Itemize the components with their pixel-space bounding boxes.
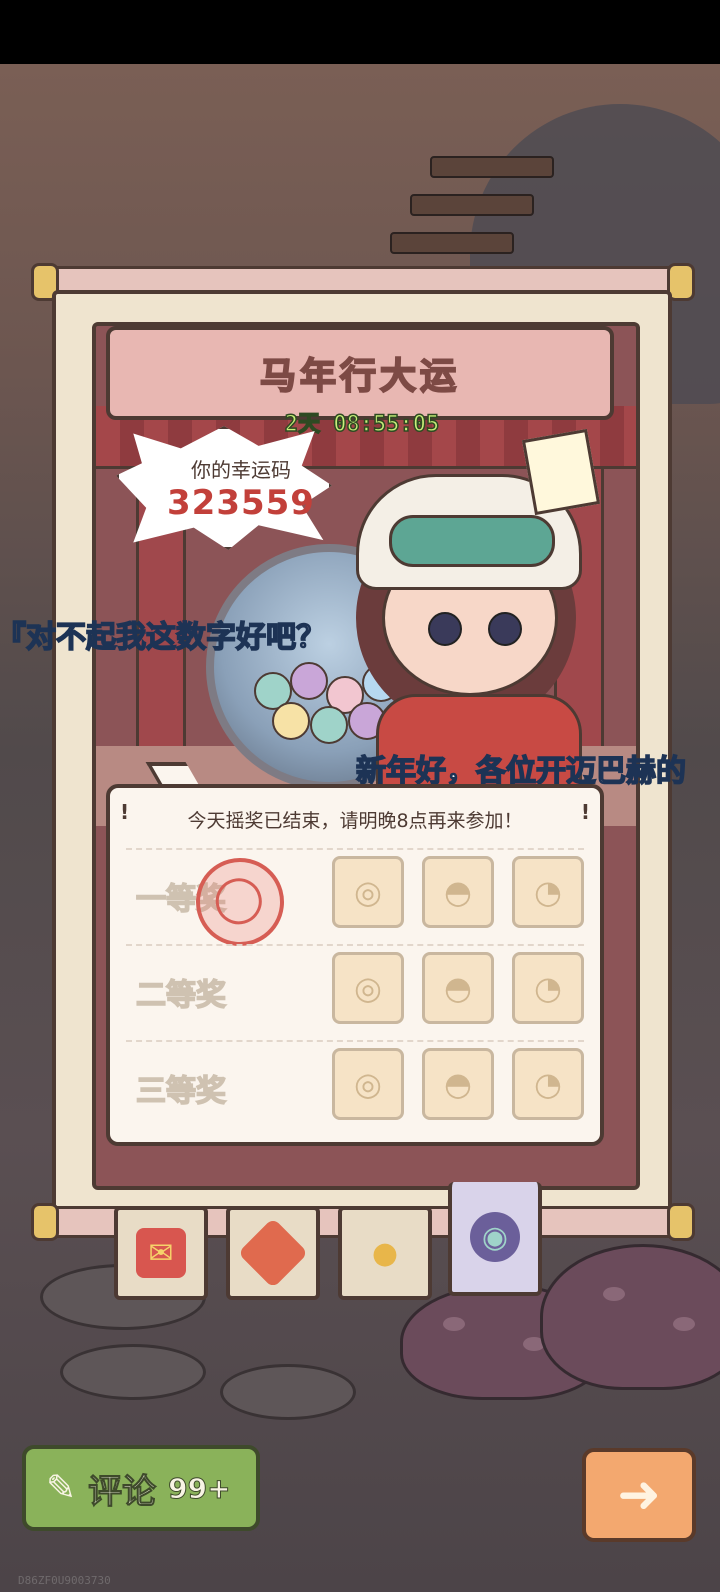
lollipop-icon: ● xyxy=(371,1235,399,1271)
next-button[interactable]: ➜ xyxy=(582,1448,696,1542)
dialogue-line-left: 『对不起我这数字好吧？ xyxy=(0,619,327,656)
red-envelope-icon: ✉ xyxy=(136,1228,186,1278)
lucky-code-box: 你的幸运码 323559 xyxy=(166,454,316,523)
character-eye xyxy=(488,612,522,646)
background-mushroom xyxy=(540,1244,720,1390)
ghost-icon[interactable]: ◔ xyxy=(512,952,584,1024)
background-stair xyxy=(410,194,534,216)
build-watermark: D86ZF0U9003730 xyxy=(18,1574,111,1587)
quill-icon: ✎ xyxy=(46,1467,77,1509)
lollipop-tab[interactable]: ● xyxy=(338,1206,432,1300)
fortune-tab[interactable] xyxy=(226,1206,320,1300)
prize-row-first: 一等奖 ◎ ◓ ◔ xyxy=(126,848,584,956)
fu-diamond-icon xyxy=(237,1217,309,1289)
crystal-ball-icon[interactable]: ◎ xyxy=(332,1048,404,1120)
ghost-icon[interactable]: ◔ xyxy=(512,1048,584,1120)
status-bar xyxy=(0,0,720,64)
background-stair xyxy=(390,232,514,254)
dumpling-icon[interactable]: ◓ xyxy=(422,952,494,1024)
notice-paper-icon[interactable] xyxy=(521,428,601,516)
draw-ended-notice: 今天摇奖已结束，请明晚8点再来参加！ xyxy=(187,810,523,832)
lottery-tab[interactable]: ◉ xyxy=(448,1182,542,1296)
prize-label: 三等奖 xyxy=(135,1073,227,1110)
dumpling-icon[interactable]: ◓ xyxy=(422,856,494,928)
lucky-code-label: 你的幸运码 xyxy=(191,458,291,482)
arrow-right-icon: ➜ xyxy=(617,1465,661,1525)
ghost-icon[interactable]: ◔ xyxy=(512,856,584,928)
background-stone xyxy=(220,1364,356,1420)
background-stair xyxy=(430,156,554,178)
prize-row-second: 二等奖 ◎ ◓ ◔ xyxy=(126,944,584,1032)
prize-row-third: 三等奖 ◎ ◓ ◔ xyxy=(126,1040,584,1128)
prize-card: ! ! 今天摇奖已结束，请明晚8点再来参加！ 一等奖 ◎ ◓ ◔ 二等奖 ◎ ◓… xyxy=(106,784,604,1146)
gacha-machine-icon: ◉ xyxy=(470,1212,520,1262)
comment-label: 评论 xyxy=(88,1471,157,1512)
red-envelope-tab[interactable]: ✉ xyxy=(114,1206,208,1300)
dumpling-icon[interactable]: ◓ xyxy=(422,1048,494,1120)
claimed-stamp-icon xyxy=(186,848,294,956)
crystal-ball-icon[interactable]: ◎ xyxy=(332,856,404,928)
event-title: 马年行大运 xyxy=(259,355,460,398)
comment-button[interactable]: ✎ 评论 99+ xyxy=(22,1445,260,1531)
lucky-code-value: 323559 xyxy=(167,483,315,523)
comment-count: 99+ xyxy=(168,1471,231,1505)
crystal-ball-icon[interactable]: ◎ xyxy=(332,952,404,1024)
prize-label: 二等奖 xyxy=(135,977,227,1014)
background-stone xyxy=(60,1344,206,1400)
character-eye xyxy=(428,612,462,646)
